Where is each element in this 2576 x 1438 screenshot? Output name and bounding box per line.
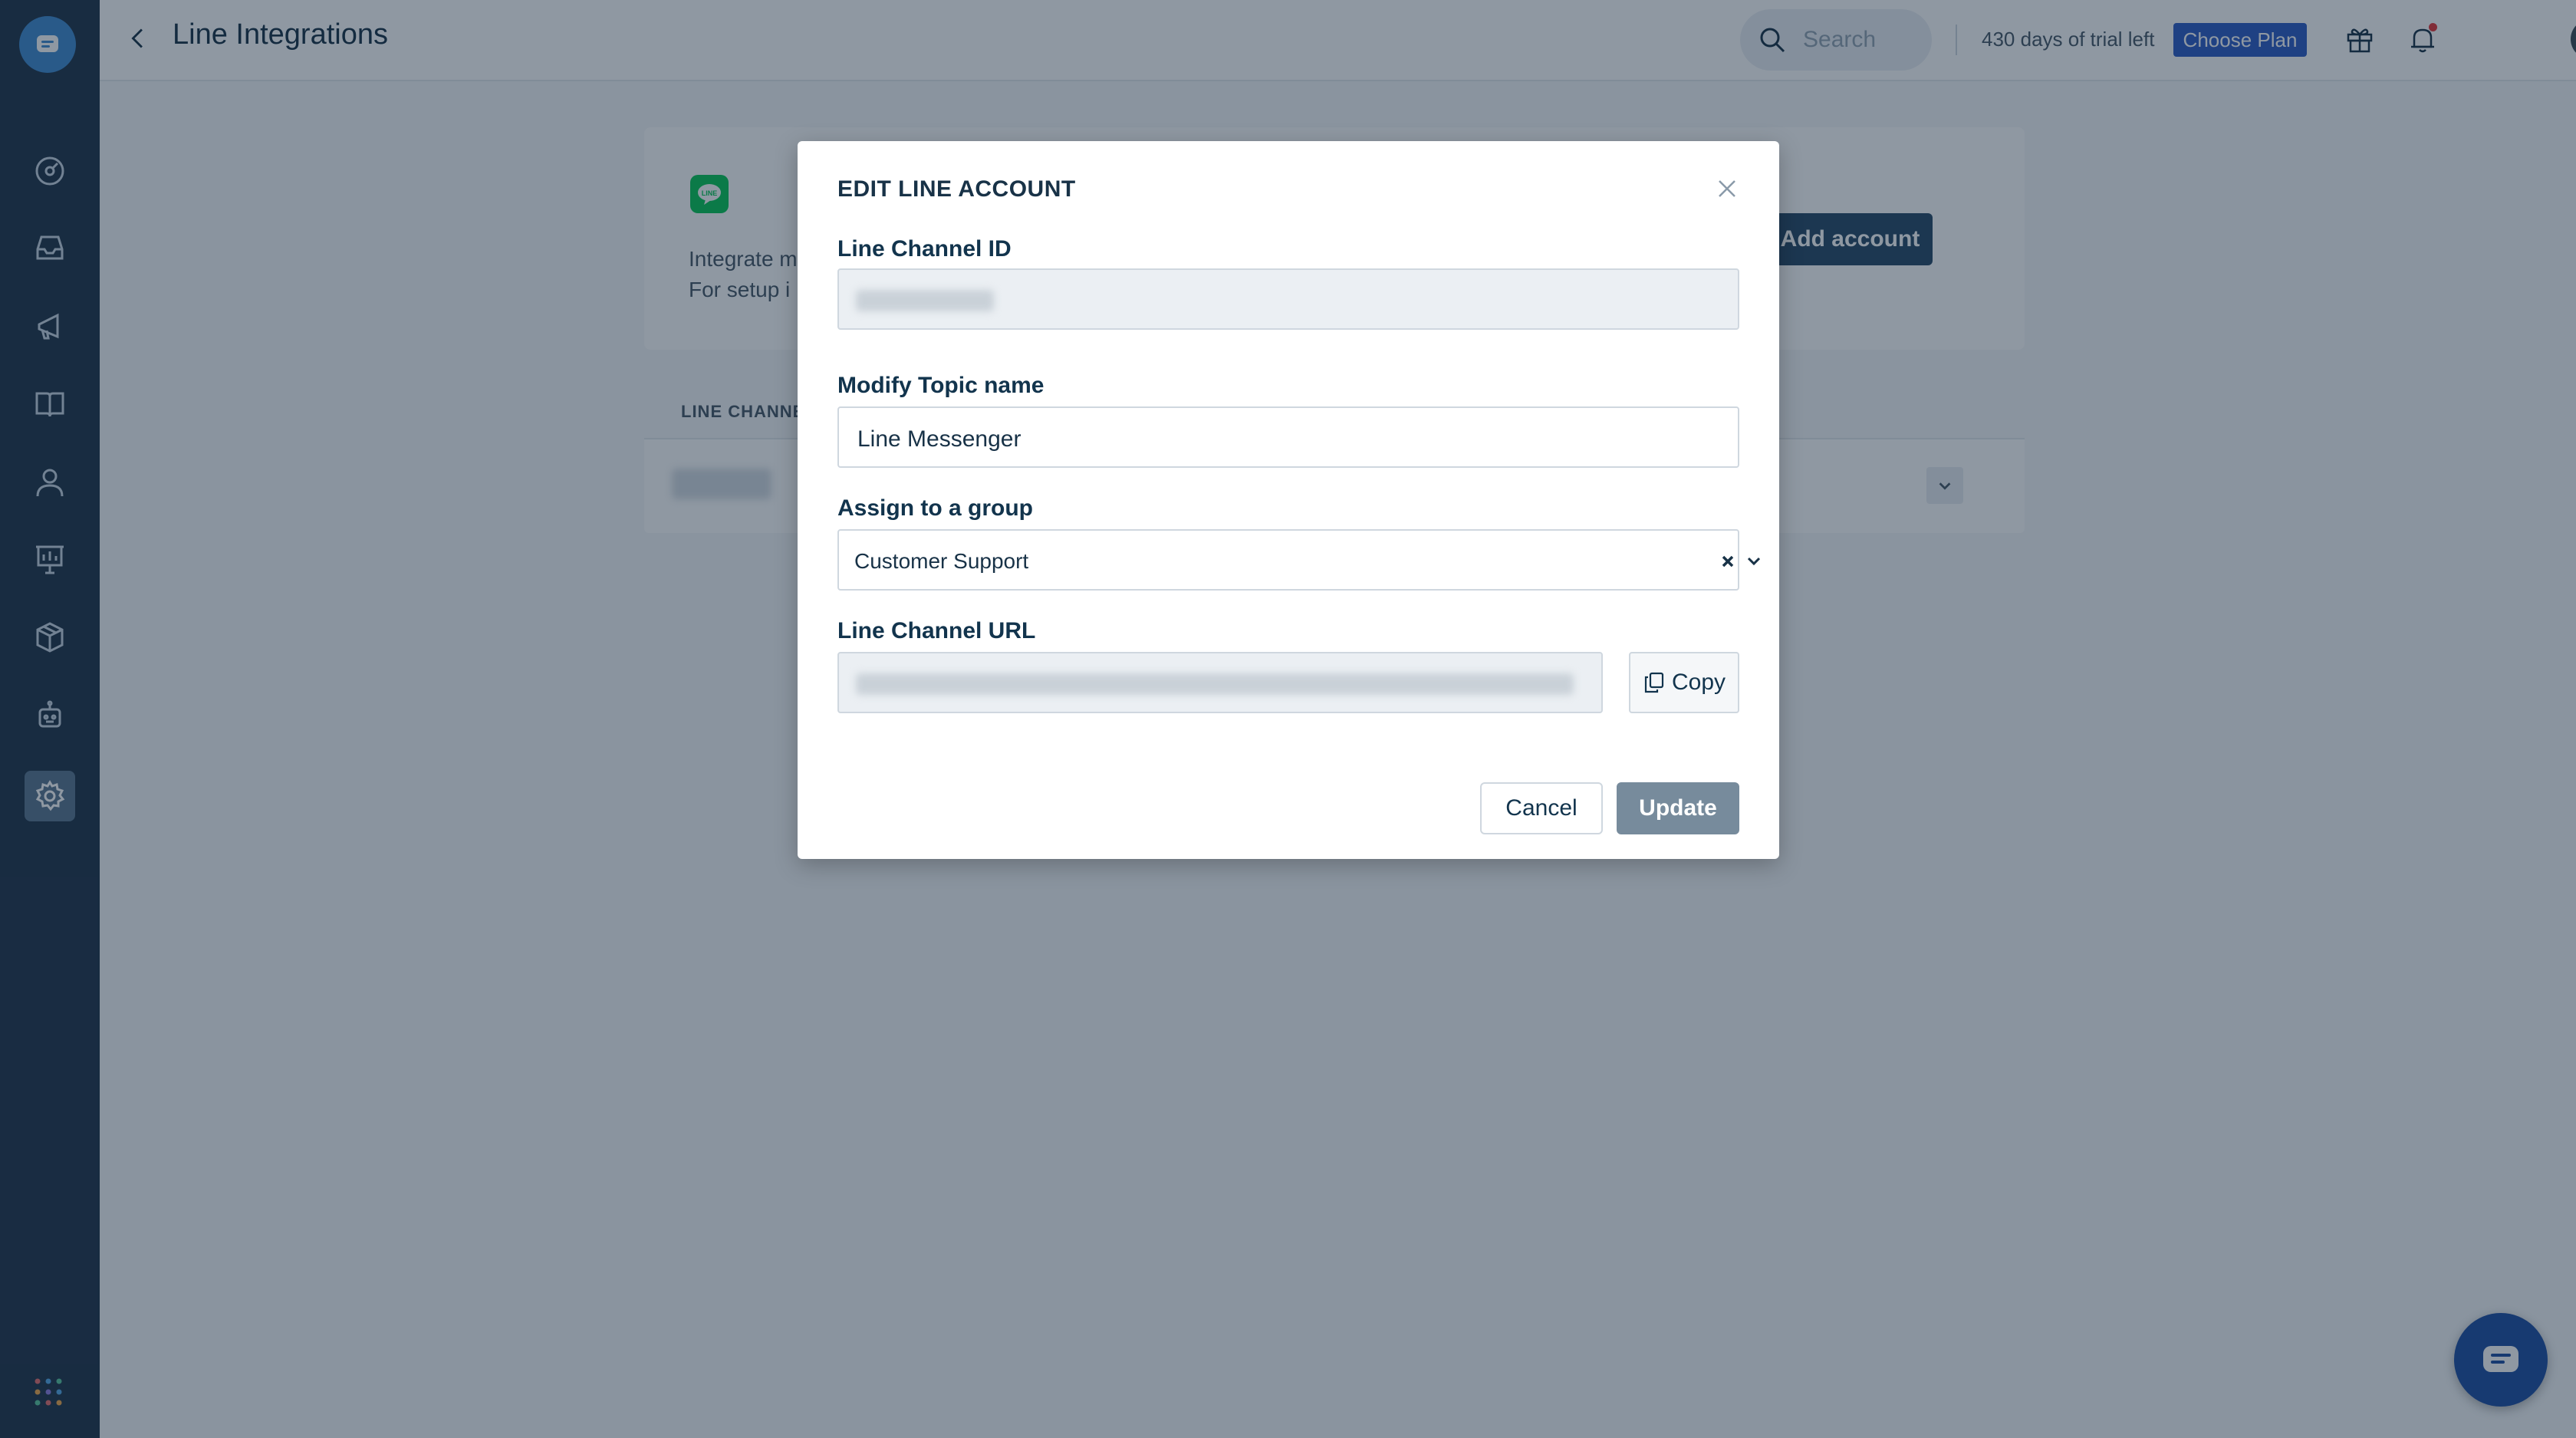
close-button[interactable] xyxy=(1710,172,1744,206)
copy-label: Copy xyxy=(1671,670,1726,695)
topic-name-value: Line Messenger xyxy=(857,426,1022,452)
channel-id-field xyxy=(837,268,1739,330)
update-button[interactable]: Update xyxy=(1617,782,1739,834)
redacted-channel-id-value xyxy=(856,290,994,311)
close-icon xyxy=(1719,180,1735,197)
group-label: Assign to a group xyxy=(837,495,1033,521)
chevron-down-icon[interactable] xyxy=(1744,551,1764,571)
modal-title: EDIT LINE ACCOUNT xyxy=(837,176,1076,202)
redacted-channel-url-value xyxy=(856,673,1574,695)
edit-line-account-modal: EDIT LINE ACCOUNT Line Channel ID Modify… xyxy=(798,141,1779,859)
group-select[interactable]: Customer Support xyxy=(837,529,1761,591)
copy-icon xyxy=(1644,672,1664,693)
copy-button[interactable]: Copy xyxy=(1629,652,1739,713)
cancel-button[interactable]: Cancel xyxy=(1480,782,1603,834)
topic-name-label: Modify Topic name xyxy=(837,373,1045,398)
clear-icon[interactable] xyxy=(1718,551,1738,571)
topic-name-input[interactable]: Line Messenger xyxy=(837,406,1739,468)
channel-url-field xyxy=(837,652,1603,713)
group-selected-value: Customer Support xyxy=(854,549,1029,573)
channel-id-label: Line Channel ID xyxy=(837,236,1012,262)
channel-url-label: Line Channel URL xyxy=(837,618,1036,643)
